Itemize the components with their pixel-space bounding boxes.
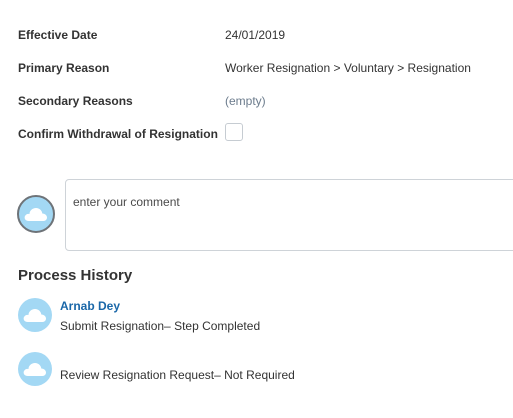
cloud-icon [23,363,46,376]
primary-reason-value: Worker Resignation > Voluntary > Resigna… [225,61,471,75]
cloud-icon [24,208,47,221]
process-history-title: Process History [18,267,133,284]
cloud-icon [23,309,46,322]
history-step-2: Review Resignation Request– Not Required [60,368,295,382]
secondary-reasons-label: Secondary Reasons [18,94,133,108]
history-avatar-2 [18,352,52,386]
primary-reason-label: Primary Reason [18,61,110,75]
effective-date-value: 24/01/2019 [225,28,286,42]
commenter-avatar [17,195,55,233]
confirm-withdrawal-label: Confirm Withdrawal of Resignation [18,127,218,141]
effective-date-label: Effective Date [18,28,98,42]
confirm-withdrawal-checkbox[interactable] [225,123,243,141]
comment-input[interactable] [73,195,513,209]
comment-box[interactable] [65,179,513,251]
secondary-reasons-value: (empty) [225,94,266,108]
history-step-1: Submit Resignation– Step Completed [60,319,261,333]
history-avatar-1 [18,298,52,332]
history-name-link[interactable]: Arnab Dey [60,299,120,313]
